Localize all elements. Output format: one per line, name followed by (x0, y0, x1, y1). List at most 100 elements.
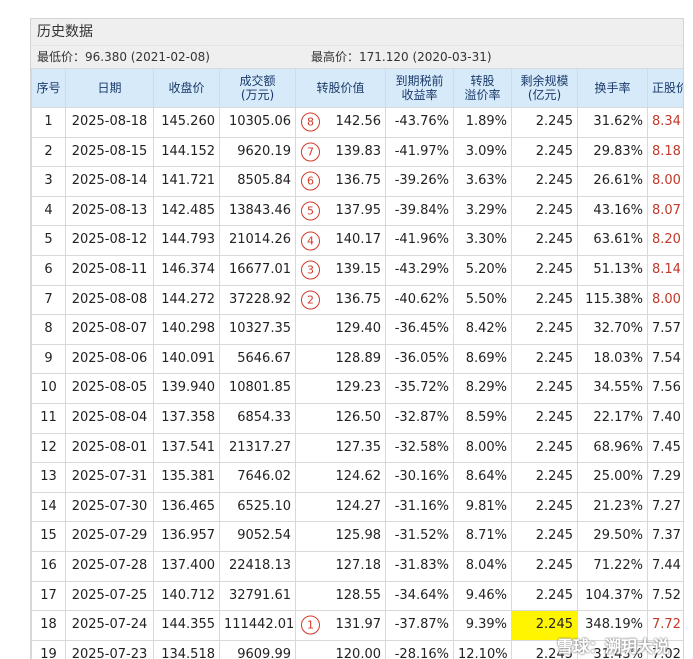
cell-date: 2025-08-08 (66, 285, 154, 315)
cell-ytm: -41.96% (386, 226, 454, 256)
cell-size: 2.245 (512, 463, 578, 493)
cell-close: 136.465 (154, 492, 220, 522)
cell-size: 2.245 (512, 108, 578, 138)
table-row[interactable]: 102025-08-05139.94010801.85129.23-35.72%… (32, 374, 684, 404)
header-col-premium[interactable]: 转股溢价率 (454, 69, 512, 108)
conv-value-text: 139.83 (336, 144, 382, 159)
cell-amount: 9620.19 (220, 137, 296, 167)
cell-ytm: -43.76% (386, 108, 454, 138)
cell-premium: 9.81% (454, 492, 512, 522)
cell-stock-price: 7.44 (648, 551, 684, 581)
cell-conv-value: 4140.17 (296, 226, 386, 256)
cell-close: 144.355 (154, 611, 220, 641)
cell-date: 2025-08-15 (66, 137, 154, 167)
cell-premium: 3.63% (454, 167, 512, 197)
cell-turnover: 71.22% (578, 551, 648, 581)
cell-no: 7 (32, 285, 66, 315)
header-col-size[interactable]: 剩余规模(亿元) (512, 69, 578, 108)
table-row[interactable]: 142025-07-30136.4656525.10124.27-31.16%9… (32, 492, 684, 522)
table-row[interactable]: 42025-08-13142.48513843.465137.95-39.84%… (32, 196, 684, 226)
table-row[interactable]: 152025-07-29136.9579052.54125.98-31.52%8… (32, 522, 684, 552)
header-col-date[interactable]: 日期 (66, 69, 154, 108)
cell-no: 18 (32, 611, 66, 641)
circled-number-marker: 7 (301, 142, 320, 161)
cell-no: 11 (32, 403, 66, 433)
cell-size: 2.245 (512, 285, 578, 315)
cell-premium: 5.20% (454, 255, 512, 285)
history-panel: 历史数据 最低价：96.380 (2021-02-08) 最高价：171.120… (30, 18, 684, 659)
cell-amount: 37228.92 (220, 285, 296, 315)
table-row[interactable]: 172025-07-25140.71232791.61128.55-34.64%… (32, 581, 684, 611)
cell-close: 142.485 (154, 196, 220, 226)
cell-no: 19 (32, 640, 66, 659)
conv-value-text: 124.27 (336, 499, 382, 514)
cell-turnover: 29.50% (578, 522, 648, 552)
table-row[interactable]: 122025-08-01137.54121317.27127.35-32.58%… (32, 433, 684, 463)
cell-stock-price: 7.37 (648, 522, 684, 552)
cell-no: 5 (32, 226, 66, 256)
table-row[interactable]: 132025-07-31135.3817646.02124.62-30.16%8… (32, 463, 684, 493)
table-row[interactable]: 12025-08-18145.26010305.068142.56-43.76%… (32, 108, 684, 138)
cell-conv-value: 1131.97 (296, 611, 386, 641)
cell-date: 2025-07-25 (66, 581, 154, 611)
conv-value-text: 128.89 (336, 351, 382, 366)
header-col-conv-value[interactable]: 转股价值 (296, 69, 386, 108)
cell-close: 144.272 (154, 285, 220, 315)
cell-turnover: 104.37% (578, 581, 648, 611)
cell-size: 2.245 (512, 315, 578, 345)
conv-value-text: 136.75 (336, 173, 382, 188)
table-row[interactable]: 32025-08-14141.7218505.846136.75-39.26%3… (32, 167, 684, 197)
cell-ytm: -31.83% (386, 551, 454, 581)
circled-number-marker: 6 (301, 172, 320, 191)
table-row[interactable]: 72025-08-08144.27237228.922136.75-40.62%… (32, 285, 684, 315)
cell-no: 6 (32, 255, 66, 285)
cell-size: 2.245 (512, 255, 578, 285)
cell-close: 144.793 (154, 226, 220, 256)
cell-premium: 3.09% (454, 137, 512, 167)
cell-premium: 8.71% (454, 522, 512, 552)
cell-close: 140.091 (154, 344, 220, 374)
table-row[interactable]: 112025-08-04137.3586854.33126.50-32.87%8… (32, 403, 684, 433)
cell-close: 140.298 (154, 315, 220, 345)
conv-value-text: 129.23 (336, 380, 382, 395)
cell-ytm: -31.52% (386, 522, 454, 552)
conv-value-text: 131.97 (336, 617, 382, 632)
header-col-turnover[interactable]: 换手率 (578, 69, 648, 108)
header-col-no[interactable]: 序号 (32, 69, 66, 108)
table-row[interactable]: 52025-08-12144.79321014.264140.17-41.96%… (32, 226, 684, 256)
cell-amount: 7646.02 (220, 463, 296, 493)
cell-no: 8 (32, 315, 66, 345)
table-row[interactable]: 82025-08-07140.29810327.35129.40-36.45%8… (32, 315, 684, 345)
conv-value-text: 125.98 (336, 528, 382, 543)
conv-value-text: 126.50 (336, 410, 382, 425)
cell-date: 2025-07-28 (66, 551, 154, 581)
cell-premium: 8.04% (454, 551, 512, 581)
cell-no: 14 (32, 492, 66, 522)
cell-turnover: 34.55% (578, 374, 648, 404)
cell-conv-value: 128.89 (296, 344, 386, 374)
cell-turnover: 68.96% (578, 433, 648, 463)
cell-size: 2.245 (512, 167, 578, 197)
cell-stock-price: 8.00 (648, 285, 684, 315)
circled-number-marker: 3 (301, 261, 320, 280)
cell-size: 2.245 (512, 196, 578, 226)
conv-value-text: 128.55 (336, 588, 382, 603)
header-col-ytm[interactable]: 到期税前收益率 (386, 69, 454, 108)
cell-size: 2.245 (512, 374, 578, 404)
cell-close: 144.152 (154, 137, 220, 167)
table-row[interactable]: 162025-07-28137.40022418.13127.18-31.83%… (32, 551, 684, 581)
header-col-stock-price[interactable]: 正股价 (648, 69, 684, 108)
header-col-amount[interactable]: 成交额(万元) (220, 69, 296, 108)
table-row[interactable]: 22025-08-15144.1529620.197139.83-41.97%3… (32, 137, 684, 167)
cell-date: 2025-08-04 (66, 403, 154, 433)
high-price: 最高价：171.120 (2020-03-31) (311, 46, 492, 68)
cell-turnover: 31.62% (578, 108, 648, 138)
cell-ytm: -28.16% (386, 640, 454, 659)
cell-stock-price: 8.20 (648, 226, 684, 256)
cell-close: 134.518 (154, 640, 220, 659)
table-row[interactable]: 62025-08-11146.37416677.013139.15-43.29%… (32, 255, 684, 285)
header-col-close[interactable]: 收盘价 (154, 69, 220, 108)
cell-date: 2025-07-30 (66, 492, 154, 522)
table-row[interactable]: 92025-08-06140.0915646.67128.89-36.05%8.… (32, 344, 684, 374)
conv-value-text: 124.62 (336, 469, 382, 484)
